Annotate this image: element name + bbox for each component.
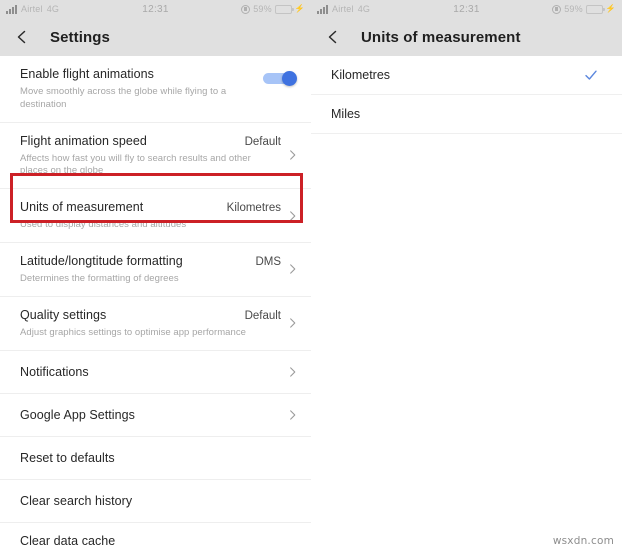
row-top: Reset to defaults (20, 451, 281, 465)
status-bar-left-group: Airtel 4G (317, 4, 453, 14)
status-bar-left: Airtel 4G 12:31 59% ⚡ (0, 0, 311, 18)
carrier-label: Airtel (332, 4, 354, 14)
chevron-right-icon (290, 150, 296, 161)
toggle-knob (282, 71, 297, 86)
row-value: Default (244, 135, 281, 148)
settings-row-reset-to-defaults[interactable]: Reset to defaults (0, 437, 311, 480)
back-chevron-icon[interactable] (325, 29, 341, 45)
row-title: Enable flight animations (20, 67, 154, 81)
settings-row-notifications[interactable]: Notifications (0, 351, 311, 394)
checkmark-icon (585, 70, 597, 80)
left-header-bar: Settings (0, 18, 311, 56)
row-top: Clear search history (20, 494, 281, 508)
network-type-label: 4G (357, 4, 371, 14)
chevron-right-icon (290, 367, 296, 377)
flight-animations-toggle[interactable] (263, 71, 297, 86)
status-bar-clock: 12:31 (142, 3, 169, 15)
row-top: Latitude/longtitude formatting DMS (20, 254, 281, 268)
option-row-miles[interactable]: Miles (311, 95, 622, 134)
dual-screenshot-container: Airtel 4G 12:31 59% ⚡ Settings Enable fl… (0, 0, 622, 554)
row-title: Flight animation speed (20, 133, 147, 148)
row-title: Units of measurement (20, 200, 144, 215)
settings-row-google-app-settings[interactable]: Google App Settings (0, 394, 311, 437)
status-bar-right: Airtel 4G 12:31 59% ⚡ (311, 0, 622, 18)
option-row-kilometres[interactable]: Kilometres (311, 56, 622, 95)
row-title: Clear search history (20, 493, 133, 508)
row-subtitle: Affects how fast you will fly to search … (20, 152, 251, 177)
signal-bars-icon (317, 4, 328, 14)
status-bar-clock: 12:31 (453, 3, 480, 15)
settings-list: Enable flight animations Move smoothly a… (0, 56, 311, 554)
page-title: Settings (50, 28, 110, 46)
row-top: Enable flight animations (20, 67, 281, 81)
settings-row-clear-data-cache[interactable]: Clear data cache Resets the persistent c… (0, 523, 311, 554)
row-value: DMS (255, 256, 281, 269)
row-top: Google App Settings (20, 408, 281, 422)
row-top: Clear data cache (20, 534, 281, 548)
settings-row-latitude-longitude-formatting[interactable]: Latitude/longtitude formatting DMS Deter… (0, 243, 311, 297)
units-option-list: Kilometres Miles (311, 56, 622, 134)
charging-bolt-icon: ⚡ (294, 4, 305, 13)
back-chevron-icon[interactable] (14, 29, 30, 45)
row-subtitle: Determines the formatting of degrees (20, 273, 179, 285)
settings-row-flight-animation-speed[interactable]: Flight animation speed Default Affects h… (0, 123, 311, 190)
row-subtitle: Move smoothly across the globe while fly… (20, 86, 227, 110)
chevron-right-icon (290, 210, 296, 221)
settings-row-clear-search-history[interactable]: Clear search history (0, 480, 311, 523)
carrier-label: Airtel (21, 4, 43, 14)
row-subtitle: Used to display distances and altitudes (20, 219, 187, 231)
row-top: Units of measurement Kilometres (20, 200, 281, 214)
battery-icon (274, 4, 294, 14)
network-type-label: 4G (46, 4, 60, 14)
settings-row-units-of-measurement[interactable]: Units of measurement Kilometres Used to … (0, 189, 311, 244)
status-bar-right-group: 59% ⚡ (169, 4, 305, 14)
settings-row-quality-settings[interactable]: Quality settings Default Adjust graphics… (0, 297, 311, 351)
option-label: Kilometres (331, 68, 391, 82)
status-bar-left-group: Airtel 4G (6, 4, 142, 14)
chevron-right-icon (290, 318, 296, 328)
charging-bolt-icon: ⚡ (605, 4, 616, 13)
page-title: Units of measurement (361, 28, 521, 46)
row-top: Quality settings Default (20, 308, 281, 322)
right-header-bar: Units of measurement (311, 18, 622, 56)
right-phone-screen: Airtel 4G 12:31 59% ⚡ Units of measureme… (311, 0, 622, 554)
row-subtitle: Adjust graphics settings to optimise app… (20, 326, 246, 338)
low-power-icon (241, 4, 251, 14)
row-value: Default (244, 309, 281, 322)
chevron-right-icon (290, 410, 296, 420)
status-bar-right-group: 59% ⚡ (480, 4, 616, 14)
row-title: Notifications (20, 364, 89, 379)
battery-percent-label: 59% (564, 4, 583, 14)
row-title: Reset to defaults (20, 450, 115, 465)
option-label: Miles (331, 107, 361, 121)
row-title: Google App Settings (20, 407, 135, 422)
watermark: wsxdn.com (552, 535, 614, 547)
battery-icon (585, 4, 605, 14)
row-top: Flight animation speed Default (20, 134, 281, 148)
left-phone-screen: Airtel 4G 12:31 59% ⚡ Settings Enable fl… (0, 0, 311, 554)
low-power-icon (552, 4, 562, 14)
chevron-right-icon (290, 264, 296, 275)
settings-row-enable-flight-animations[interactable]: Enable flight animations Move smoothly a… (0, 56, 311, 123)
row-title: Clear data cache (20, 533, 116, 548)
row-title: Quality settings (20, 307, 107, 322)
battery-percent-label: 59% (253, 4, 272, 14)
signal-bars-icon (6, 4, 17, 14)
row-title: Latitude/longtitude formatting (20, 254, 183, 269)
row-top: Notifications (20, 365, 281, 379)
row-value: Kilometres (226, 202, 281, 215)
